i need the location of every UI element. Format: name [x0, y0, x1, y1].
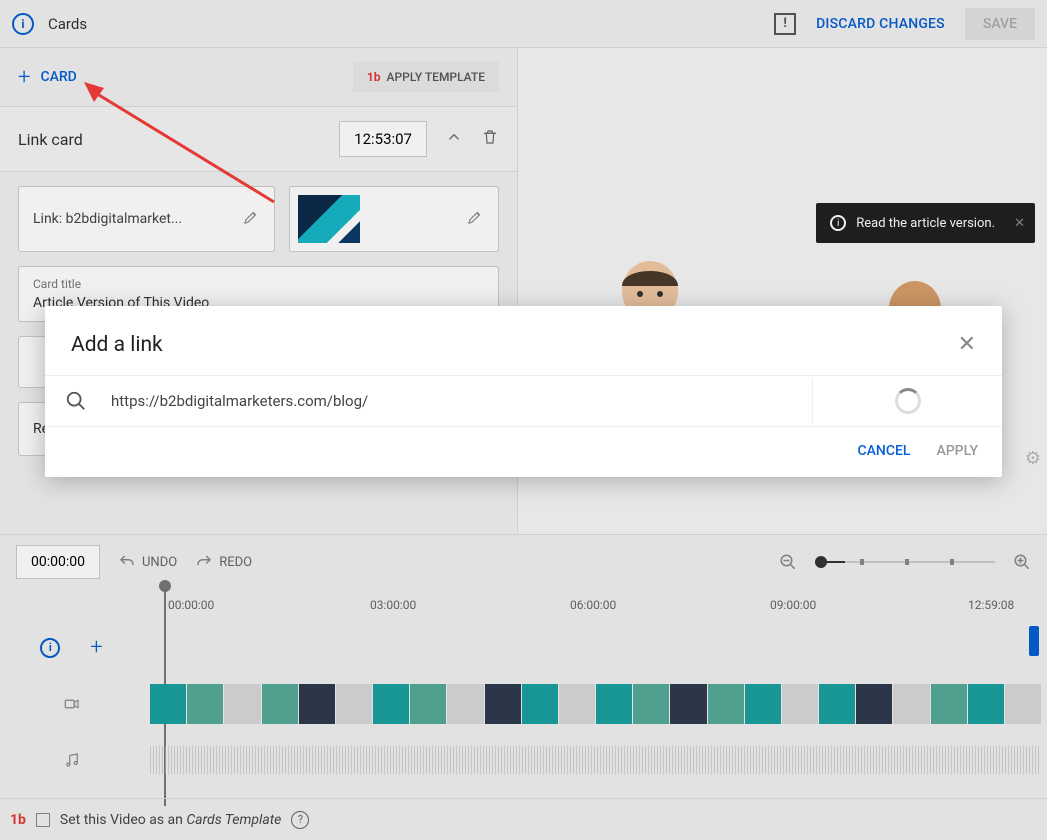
cards-track[interactable]: i + [0, 619, 1047, 675]
thumbnail-preview [298, 195, 360, 243]
discard-changes-button[interactable]: DISCARD CHANGES [816, 16, 945, 32]
zoom-slider[interactable] [815, 561, 995, 563]
apply-button[interactable]: APPLY [936, 443, 978, 459]
info-icon[interactable]: i [12, 13, 34, 35]
template-checkbox[interactable] [36, 813, 50, 827]
card-teaser-overlay: i Read the article version. ✕ [816, 203, 1035, 243]
card-type-label: Link card [18, 130, 327, 149]
loading-spinner [895, 388, 921, 414]
card-title-label: Card title [33, 277, 484, 291]
ruler-tick: 12:59:08 [968, 598, 1014, 612]
tubebuddy-icon: 1b [10, 812, 26, 828]
audio-waveform [150, 746, 1041, 774]
audio-track[interactable] [0, 731, 1047, 787]
ruler-tick: 03:00:00 [370, 598, 416, 612]
undo-icon [118, 553, 136, 571]
add-card-button[interactable]: + CARD [18, 65, 77, 90]
search-icon [65, 390, 87, 412]
delete-card-button[interactable] [481, 128, 499, 150]
link-value: Link: b2bdigitalmarket... [33, 211, 182, 227]
info-icon: i [830, 215, 846, 231]
apply-template-label: APPLY TEMPLATE [387, 70, 485, 84]
pencil-icon [466, 208, 484, 230]
feedback-icon[interactable]: ! [774, 13, 796, 35]
thumbnail-field[interactable] [289, 186, 499, 252]
teaser-overlay-text: Read the article version. [856, 216, 995, 231]
gear-icon[interactable]: ⚙ [1025, 448, 1041, 469]
footer-bar: 1b Set this Video as an Cards Template ? [0, 798, 1047, 840]
ruler-tick: 09:00:00 [770, 598, 816, 612]
plus-icon: + [18, 65, 30, 90]
playhead-time-input[interactable]: 00:00:00 [16, 545, 100, 579]
plus-icon[interactable]: + [90, 635, 102, 660]
close-icon[interactable]: ✕ [1014, 216, 1025, 231]
video-clip-strip [150, 684, 1041, 724]
link-url-input[interactable] [111, 388, 792, 414]
chevron-up-icon [445, 128, 463, 146]
footer-label: Set this Video as an Cards Template [60, 812, 281, 828]
video-track[interactable] [0, 675, 1047, 731]
zoom-out-icon[interactable] [779, 553, 797, 571]
cancel-button[interactable]: CANCEL [858, 443, 911, 459]
music-icon [63, 751, 81, 769]
timeline-controls: 00:00:00 UNDO REDO [0, 534, 1047, 589]
close-modal-button[interactable]: ✕ [958, 332, 976, 357]
trash-icon [481, 128, 499, 146]
pencil-icon [242, 208, 260, 230]
add-card-label: CARD [40, 69, 76, 85]
card-timestamp-input[interactable]: 12:53:07 [339, 121, 427, 157]
page-title: Cards [48, 15, 774, 33]
ruler-tick: 00:00:00 [168, 598, 214, 612]
save-button[interactable]: SAVE [965, 8, 1035, 40]
redo-button[interactable]: REDO [195, 553, 252, 571]
ruler-tick: 06:00:00 [570, 598, 616, 612]
top-bar: i Cards ! DISCARD CHANGES SAVE [0, 0, 1047, 48]
timeline-ruler[interactable]: 00:00:00 03:00:00 06:00:00 09:00:00 12:5… [0, 589, 1047, 619]
zoom-in-icon[interactable] [1013, 553, 1031, 571]
tubebuddy-icon: 1b [367, 70, 381, 84]
link-field[interactable]: Link: b2bdigitalmarket... [18, 186, 275, 252]
video-icon [63, 695, 81, 713]
info-icon: i [40, 638, 60, 658]
redo-icon [195, 553, 213, 571]
help-icon[interactable]: ? [291, 811, 309, 829]
collapse-card-button[interactable] [439, 128, 469, 150]
add-link-modal: Add a link ✕ CANCEL APPLY [45, 306, 1002, 477]
modal-title: Add a link [71, 333, 163, 357]
card-marker[interactable] [1029, 626, 1039, 656]
undo-button[interactable]: UNDO [118, 553, 177, 571]
apply-template-button[interactable]: 1b APPLY TEMPLATE [353, 62, 499, 92]
